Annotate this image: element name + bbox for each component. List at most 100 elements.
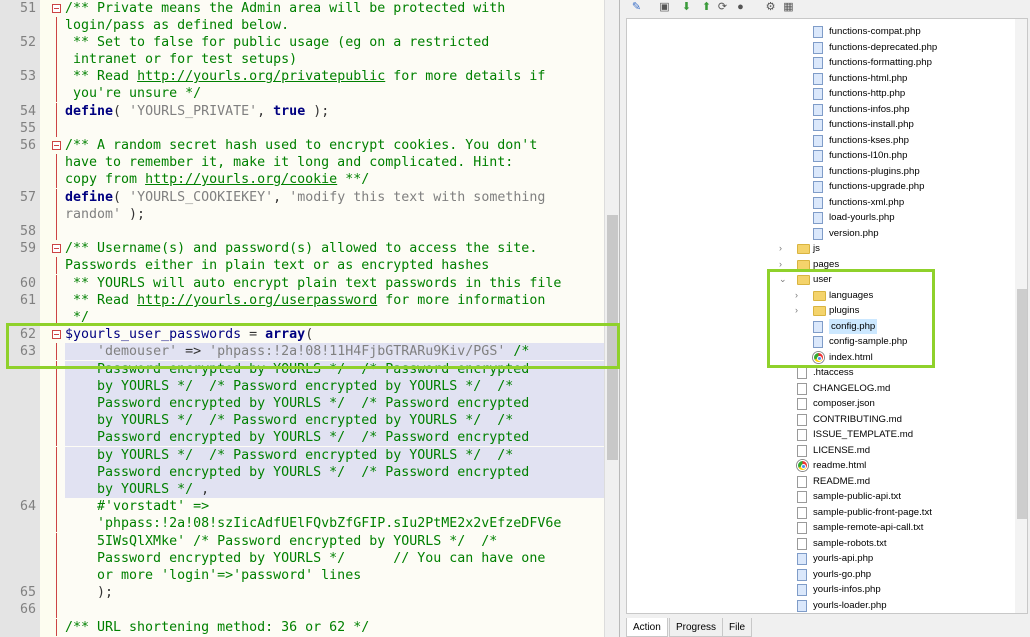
tree-file[interactable]: functions-kses.php [795,133,1015,149]
tree-file[interactable]: functions-compat.php [795,24,1015,40]
tree-file[interactable]: sample-public-api.txt [779,489,999,505]
tree-file[interactable]: sample-robots.txt [779,536,999,552]
tree-file[interactable]: functions-infos.php [795,102,1015,118]
tree-folder[interactable]: › js [779,241,999,257]
tree-file[interactable]: CONTRIBUTING.md [779,412,999,428]
code-line[interactable]: Passwords either in plain text or as enc… [0,257,604,274]
code-line[interactable]: 5IWsQlXMke' /* Password encrypted by YOU… [0,533,604,550]
tree-file[interactable]: LICENSE.md [779,443,999,459]
tree-scroll-thumb[interactable] [1017,289,1027,519]
code-line[interactable]: 61 ** Read http://yourls.org/userpasswor… [0,292,604,309]
tree-folder[interactable]: › plugins [795,303,1015,319]
code-line[interactable]: */ [0,309,604,326]
tree-file[interactable]: ISSUE_TEMPLATE.md [779,427,999,443]
tree-file[interactable]: functions-plugins.php [795,164,1015,180]
tree-file[interactable]: README.md [779,474,999,490]
code-token[interactable]: http://yourls.org/privatepublic [137,69,385,84]
picture-icon[interactable]: ▣ [658,1,671,14]
code-line[interactable]: 60 ** YOURLS will auto encrypt plain tex… [0,275,604,292]
tree-file[interactable]: version.php [795,226,1015,242]
code-token[interactable]: http://yourls.org/cookie [145,172,337,187]
fold-toggle-icon[interactable] [52,4,61,13]
code-line[interactable]: 56 /** A random secret hash used to encry… [0,137,604,154]
code-line[interactable]: you're unsure */ [0,85,604,102]
tree-file[interactable]: config.php [795,319,1015,335]
code-editor[interactable]: 51 /** Private means the Admin area will … [0,0,620,637]
code-line[interactable]: 58 [0,223,604,240]
fold-toggle-icon[interactable] [52,330,61,339]
settings-icon[interactable]: ⚙ [764,1,777,14]
plug-icon[interactable]: ✎ [630,1,643,14]
tree-file[interactable]: composer.json [779,396,999,412]
sync-icon[interactable]: ⟳ [716,1,729,14]
stop-icon[interactable]: ● [734,1,747,14]
download-icon[interactable]: ⬇ [680,1,693,14]
tree-vertical-scrollbar[interactable] [1015,19,1027,613]
collapse-arrow-icon[interactable]: ⌄ [779,272,787,287]
tree-file[interactable]: functions-upgrade.php [795,179,1015,195]
tree-file[interactable]: readme.html [779,458,999,474]
tree-folder[interactable]: › pages [779,257,999,273]
code-line[interactable]: 'phpass:!2a!08!szIicAdfUElFQvbZfGFIP.sIu… [0,515,604,532]
code-line[interactable]: 57 define( 'YOURLS_COOKIEKEY', 'modify th… [0,189,604,206]
code-line[interactable]: 63 'demouser' => 'phpass:!2a!08!11H4FjbG… [0,343,604,360]
tree-folder[interactable]: › languages [795,288,1015,304]
tab-action[interactable]: Action [626,618,668,637]
tree-file[interactable]: yourls-infos.php [779,582,999,598]
tree-file[interactable]: config-sample.php [795,334,1015,350]
code-line[interactable]: intranet or for test setups) [0,51,604,68]
fold-toggle-icon[interactable] [52,244,61,253]
tree-folder[interactable]: ⌄ user [779,272,999,288]
code-line[interactable]: by YOURLS */ /* Password encrypted by YO… [0,378,604,395]
tree-file[interactable]: functions-install.php [795,117,1015,133]
tree-file[interactable]: yourls-loader.php [779,598,999,613]
tab-progress[interactable]: Progress [669,618,724,637]
code-line[interactable]: 64 #'vorstadt' => [0,498,604,515]
code-line[interactable]: random' ); [0,206,604,223]
code-line[interactable]: by YOURLS */ /* Password encrypted by YO… [0,447,604,464]
tree-file[interactable]: functions-l10n.php [795,148,1015,164]
code-line[interactable]: copy from http://yourls.org/cookie **/ [0,171,604,188]
tree-file[interactable]: yourls-api.php [779,551,999,567]
code-line[interactable]: 53 ** Read http://yourls.org/privatepubl… [0,68,604,85]
tree-file[interactable]: yourls-go.php [779,567,999,583]
code-token[interactable]: http://yourls.org/userpassword [137,293,377,308]
code-line[interactable]: 66 [0,601,604,618]
tree-file[interactable]: .htaccess [779,365,999,381]
expand-arrow-icon[interactable]: › [795,303,798,318]
code-line[interactable]: 52 ** Set to false for public usage (eg … [0,34,604,51]
code-line[interactable]: Password encrypted by YOURLS */ // You c… [0,550,604,567]
code-line[interactable]: /** URL shortening method: 36 or 62 */ [0,619,604,636]
file-tree[interactable]: functions-compat.php functions-deprecated… [626,18,1028,614]
tree-file[interactable]: functions-html.php [795,71,1015,87]
grid-icon[interactable]: ▦ [782,1,795,14]
tree-file[interactable]: functions-formatting.php [795,55,1015,71]
tree-file[interactable]: sample-remote-api-call.txt [779,520,999,536]
tree-file[interactable]: functions-deprecated.php [795,40,1015,56]
code-line[interactable]: Password encrypted by YOURLS */ /* Passw… [0,464,604,481]
expand-arrow-icon[interactable]: › [779,257,782,272]
code-line[interactable]: login/pass as defined below. [0,17,604,34]
editor-vertical-scrollbar[interactable] [604,0,619,637]
code-line[interactable]: 62 $yourls_user_passwords = array( [0,326,604,343]
editor-scroll-thumb[interactable] [607,215,618,460]
expand-arrow-icon[interactable]: › [795,288,798,303]
code-line[interactable]: by YOURLS */ , [0,481,604,498]
tree-file[interactable]: index.html [795,350,1015,366]
code-line[interactable]: by YOURLS */ /* Password encrypted by YO… [0,412,604,429]
upload-icon[interactable]: ⬆ [700,1,713,14]
fold-toggle-icon[interactable] [52,141,61,150]
code-line[interactable]: have to remember it, make it long and co… [0,154,604,171]
code-line[interactable]: 65 ); [0,584,604,601]
tab-file[interactable]: File [722,618,753,637]
code-line[interactable]: 55 [0,120,604,137]
tree-file[interactable]: load-yourls.php [795,210,1015,226]
code-line[interactable]: or more 'login'=>'password' lines [0,567,604,584]
tree-file[interactable]: functions-xml.php [795,195,1015,211]
code-line[interactable]: Password encrypted by YOURLS */ /* Passw… [0,361,604,378]
expand-arrow-icon[interactable]: › [779,241,782,256]
code-line[interactable]: 54 define( 'YOURLS_PRIVATE', true ); [0,103,604,120]
code-line[interactable]: Password encrypted by YOURLS */ /* Passw… [0,395,604,412]
tree-file[interactable]: sample-public-front-page.txt [779,505,999,521]
code-line[interactable]: 59 /** Username(s) and password(s) allowe… [0,240,604,257]
